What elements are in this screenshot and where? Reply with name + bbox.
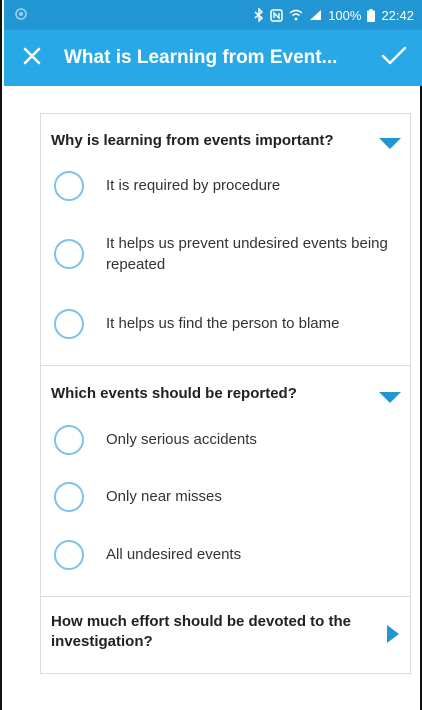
answer-option[interactable]: Only near misses [41,482,410,522]
answer-label: It helps us find the person to blame [106,315,340,332]
expand-triangle-icon[interactable] [387,625,399,643]
confirm-button[interactable] [366,30,422,86]
question-section-1: Why is learning from events important? I… [41,114,410,366]
answer-option[interactable]: Only serious accidents [41,425,410,465]
answer-label: Only serious accidents [106,431,257,448]
status-right: 100% 22:42 [254,8,414,23]
answer-option[interactable]: All undesired events [41,540,410,580]
battery-percent: 100% [328,7,362,23]
radio-button[interactable] [54,171,84,201]
app-bar: What is Learning from Event... [4,30,422,86]
answer-label: It helps us prevent undesired events bei… [106,235,388,273]
question-title: Which events should be reported? [51,385,297,402]
answer-option[interactable]: It helps us prevent undesired events bei… [41,235,410,287]
status-left [14,7,28,24]
question-section-3: How much effort should be devoted to the… [41,597,410,673]
radio-button[interactable] [54,425,84,455]
quiz-card: Why is learning from events important? I… [40,113,411,674]
question-title: How much effort should be devoted to the… [51,613,351,650]
radio-button[interactable] [54,540,84,570]
radio-button[interactable] [54,239,84,269]
answer-option[interactable]: It helps us find the person to blame [41,309,410,349]
device-frame: 100% 22:42 What is Learning from Event..… [0,0,422,710]
battery-icon [367,8,376,22]
question-header-3[interactable]: How much effort should be devoted to the… [41,612,410,652]
answer-label: Only near misses [106,488,222,505]
close-button[interactable] [4,30,60,86]
close-icon [22,46,42,71]
bluetooth-icon [254,8,264,22]
signal-icon [309,9,322,21]
check-icon [381,45,407,72]
answer-label: It is required by procedure [106,177,281,194]
page-title: What is Learning from Event... [64,47,338,68]
clock: 22:42 [381,7,414,23]
nfc-icon [270,8,283,22]
collapse-triangle-icon[interactable] [379,392,401,403]
radio-button[interactable] [54,309,84,339]
wifi-icon [289,9,303,21]
system-app-icon [14,7,28,24]
status-bar: 100% 22:42 [4,0,422,30]
question-header-1[interactable]: Why is learning from events important? [41,131,410,151]
collapse-triangle-icon[interactable] [379,138,401,149]
radio-button[interactable] [54,482,84,512]
question-section-2: Which events should be reported? Only se… [41,366,410,597]
answer-label: All undesired events [106,546,242,563]
question-title: Why is learning from events important? [51,132,334,149]
question-header-2[interactable]: Which events should be reported? [41,384,410,404]
answer-option[interactable]: It is required by procedure [41,171,410,211]
